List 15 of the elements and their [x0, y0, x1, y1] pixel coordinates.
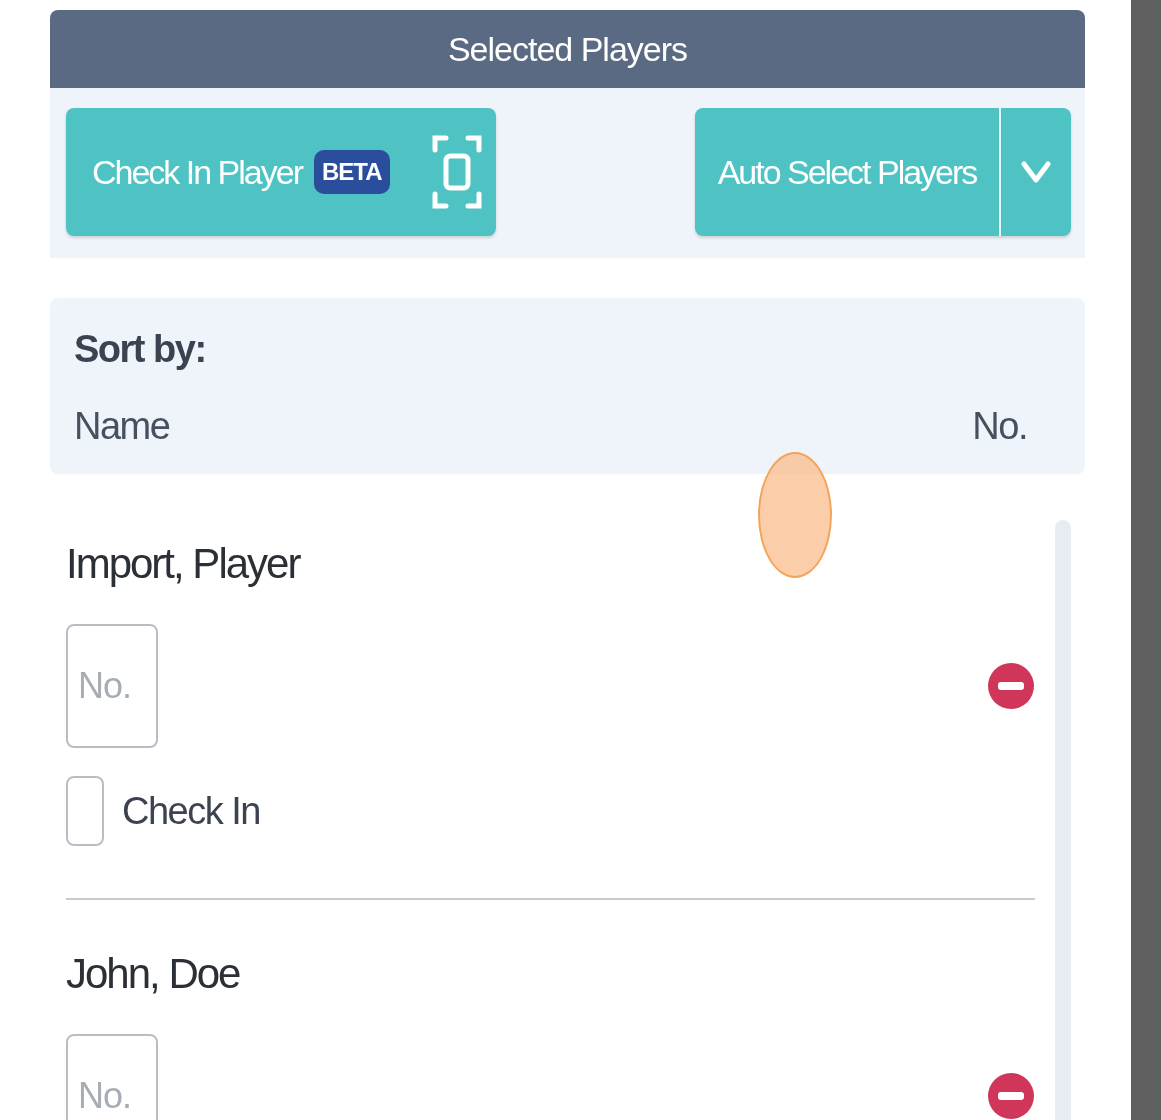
panel-title: Selected Players — [447, 29, 688, 69]
player-name: Import, Player — [66, 540, 301, 588]
check-in-checkbox[interactable] — [66, 776, 104, 846]
check-in-player-button[interactable]: Check In Player BETA — [66, 108, 496, 236]
remove-icon[interactable] — [987, 1072, 1035, 1120]
sort-title: Sort by: — [74, 328, 207, 371]
check-in-label: Check In — [122, 789, 260, 833]
beta-badge: BETA — [314, 150, 390, 194]
remove-icon[interactable] — [987, 662, 1035, 710]
number-input[interactable]: No. — [66, 1034, 158, 1120]
sort-option[interactable]: Name — [74, 405, 170, 448]
sort-option[interactable]: No. — [972, 405, 1027, 448]
number-input[interactable]: No. — [66, 624, 158, 748]
chevron-down-icon — [1021, 161, 1051, 183]
player-name: John, Doe — [66, 950, 241, 998]
